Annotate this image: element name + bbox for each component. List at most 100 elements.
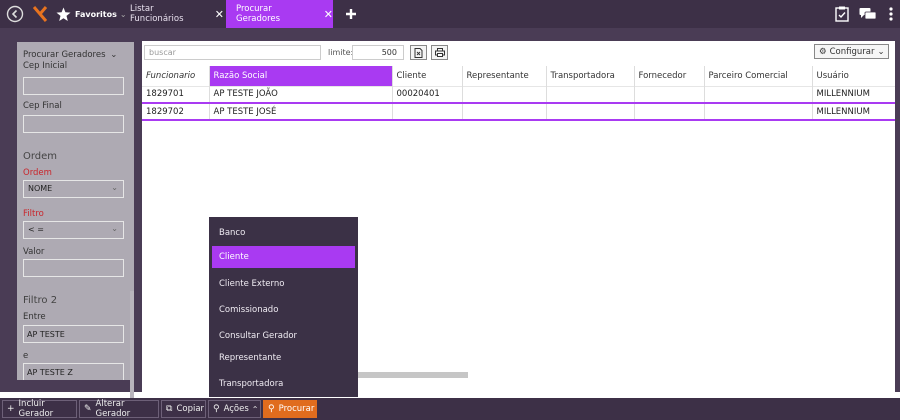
acoes-label: Ações xyxy=(223,404,249,414)
app-logo-icon xyxy=(30,0,50,28)
filter-scrollbar[interactable] xyxy=(130,291,134,408)
alterar-gerador-button[interactable]: ✎ Alterar Gerador xyxy=(79,399,159,419)
tab-label: Procurar Geradores xyxy=(236,4,281,24)
print-button[interactable] xyxy=(431,45,448,60)
column-header-funcionario[interactable]: Funcionario xyxy=(142,66,210,86)
cep-inicial-input[interactable] xyxy=(23,77,124,95)
chevron-down-icon: ⌄ xyxy=(111,224,118,233)
filtro2-section-title: Filtro 2 xyxy=(23,295,58,306)
tab-label: Listar Funcionários xyxy=(130,4,184,24)
favoritos-label: Favoritos xyxy=(75,9,117,19)
filtro-label: Filtro xyxy=(23,209,44,219)
results-table: Funcionario Razão Social Cliente Represe… xyxy=(142,66,895,121)
wand-icon: ⚲ xyxy=(213,404,220,414)
column-header-parceiro-comercial[interactable]: Parceiro Comercial xyxy=(704,66,813,86)
chevron-up-icon: ⌃ xyxy=(251,404,259,414)
acoes-button[interactable]: ⚲ Ações ⌃ xyxy=(208,400,261,418)
limite-input[interactable]: 500 xyxy=(352,45,404,60)
cell-representante xyxy=(462,85,547,103)
menu-item-cliente[interactable]: Cliente xyxy=(212,246,355,268)
entre-label: Entre xyxy=(23,312,46,322)
menu-item-transportadora[interactable]: Transportadora xyxy=(212,373,355,395)
incluir-gerador-button[interactable]: + Incluir Gerador xyxy=(2,399,77,419)
configurar-button[interactable]: ⚙ Configurar ⌄ xyxy=(814,44,889,59)
cell-funcionario: 1829701 xyxy=(142,85,210,103)
bottom-action-bar: + Incluir Gerador ✎ Alterar Gerador ⧉ Co… xyxy=(0,398,900,420)
ordem-section-title: Ordem xyxy=(23,151,58,162)
star-icon[interactable] xyxy=(55,0,72,28)
cell-transportadora xyxy=(546,85,635,103)
menu-item-representante[interactable]: Representante xyxy=(212,347,355,369)
table-header-row: Funcionario Razão Social Cliente Represe… xyxy=(142,66,895,86)
horizontal-scrollbar[interactable] xyxy=(358,372,468,378)
cell-cliente: 00020401 xyxy=(392,85,463,103)
column-header-transportadora[interactable]: Transportadora xyxy=(546,66,635,86)
cell-transportadora xyxy=(546,102,635,121)
chat-icon[interactable] xyxy=(857,0,879,28)
procurar-button[interactable]: ⚲ Procurar xyxy=(263,400,317,418)
tab-listar-funcionarios[interactable]: Listar Funcionários ✕ xyxy=(120,0,224,28)
close-icon[interactable]: ✕ xyxy=(215,8,224,21)
cell-usuario: MILLENNIUM xyxy=(812,102,895,121)
more-options-icon[interactable] xyxy=(886,0,896,28)
cell-cliente xyxy=(392,102,463,121)
cell-usuario: MILLENNIUM xyxy=(812,85,895,103)
ordem-value: NOME xyxy=(28,184,53,193)
chevron-down-icon: ⌄ xyxy=(110,50,118,60)
column-header-razao-social[interactable]: Razão Social xyxy=(209,66,393,86)
menu-item-comissionado[interactable]: Comissionado xyxy=(212,299,355,321)
search-input[interactable]: buscar xyxy=(144,45,321,60)
cell-parceiro-comercial xyxy=(704,85,813,103)
e-input[interactable]: AP TESTE Z xyxy=(23,363,124,380)
copy-icon: ⧉ xyxy=(166,404,173,414)
menu-item-cliente-externo[interactable]: Cliente Externo xyxy=(212,273,355,295)
valor-input[interactable] xyxy=(23,259,124,277)
gear-icon: ⚙ xyxy=(819,46,827,57)
back-icon[interactable] xyxy=(4,0,26,28)
cep-final-label: Cep Final xyxy=(23,101,62,111)
chevron-down-icon: ⌄ xyxy=(111,183,118,192)
top-bar: Favoritos ⌄ Listar Funcionários ✕ Procur… xyxy=(0,0,900,28)
menu-item-banco[interactable]: Banco xyxy=(212,222,355,244)
clipboard-check-icon[interactable] xyxy=(833,0,851,28)
filter-box: Procurar Geradores ⌄ Cep Inicial Cep Fin… xyxy=(17,42,134,380)
cell-razao-social: AP TESTE JOSÉ xyxy=(209,102,393,121)
tab-procurar-geradores[interactable]: Procurar Geradores ✕ xyxy=(226,0,333,28)
e-label: e xyxy=(23,351,29,361)
column-header-usuario[interactable]: Usuário xyxy=(812,66,895,86)
file-icon xyxy=(414,47,423,58)
export-file-button[interactable] xyxy=(410,45,427,60)
favoritos-menu[interactable]: Favoritos ⌄ xyxy=(72,0,127,28)
alterar-gerador-label: Alterar Gerador xyxy=(95,399,131,419)
cep-inicial-label: Cep Inicial xyxy=(23,61,68,71)
cell-parceiro-comercial xyxy=(704,102,813,121)
table-row[interactable]: 1829701 AP TESTE JOÃO 00020401 MILLENNIU… xyxy=(142,85,895,103)
edit-icon: ✎ xyxy=(84,404,92,414)
column-header-fornecedor[interactable]: Fornecedor xyxy=(634,66,705,86)
cell-representante xyxy=(462,102,547,121)
procurar-label: Procurar xyxy=(278,404,315,414)
filter-header-label: Procurar Geradores xyxy=(23,50,106,60)
filtro-select[interactable]: < = ⌄ xyxy=(23,221,124,239)
incluir-gerador-label: Incluir Gerador xyxy=(18,399,54,419)
close-icon[interactable]: ✕ xyxy=(324,8,333,21)
chevron-down-icon: ⌄ xyxy=(877,46,885,57)
filter-header[interactable]: Procurar Geradores ⌄ xyxy=(23,50,117,60)
cep-final-input[interactable] xyxy=(23,115,124,133)
copiar-label: Copiar xyxy=(176,404,205,414)
valor-label: Valor xyxy=(23,247,45,257)
column-header-cliente[interactable]: Cliente xyxy=(392,66,463,86)
filtro-value: < = xyxy=(28,225,44,234)
cell-fornecedor xyxy=(634,85,705,103)
plus-icon: + xyxy=(7,404,15,414)
ordem-select[interactable]: NOME ⌄ xyxy=(23,180,124,198)
ordem-label: Ordem xyxy=(23,168,52,178)
table-row[interactable]: 1829702 AP TESTE JOSÉ MILLENNIUM xyxy=(142,102,895,121)
menu-item-consultar-gerador[interactable]: Consultar Gerador xyxy=(212,325,355,347)
configurar-label: Configurar xyxy=(829,46,875,57)
copiar-button[interactable]: ⧉ Copiar xyxy=(161,400,206,418)
column-header-representante[interactable]: Representante xyxy=(462,66,547,86)
add-tab-icon[interactable] xyxy=(340,0,362,28)
entre-input[interactable]: AP TESTE xyxy=(23,325,124,343)
cell-razao-social: AP TESTE JOÃO xyxy=(209,85,393,103)
